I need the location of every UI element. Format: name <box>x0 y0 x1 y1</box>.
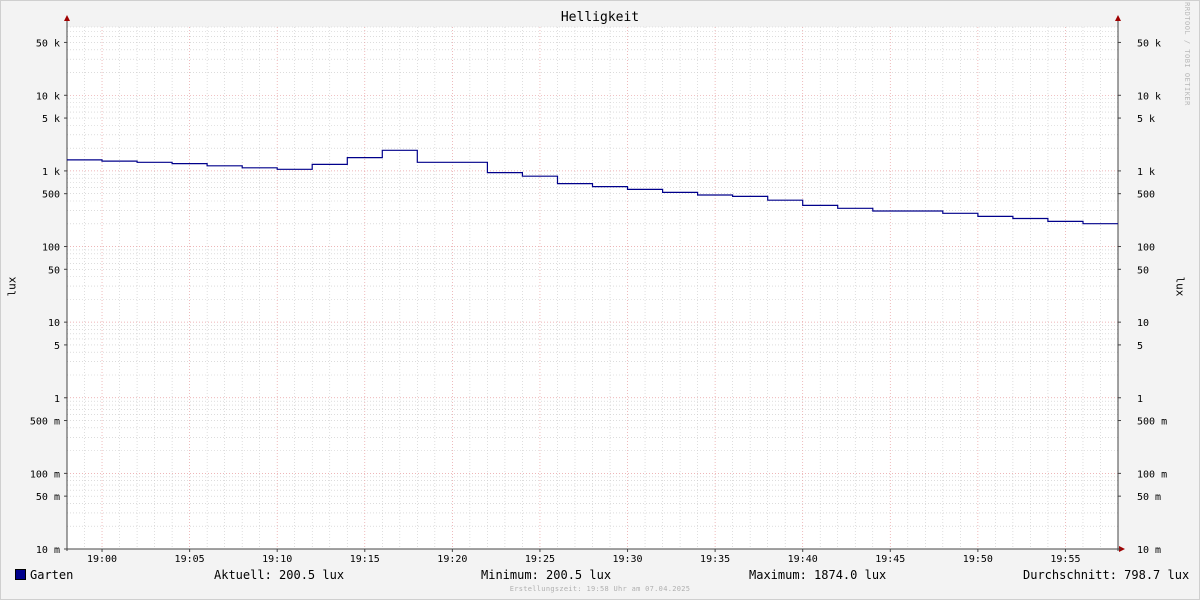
x-tick-label: 19:15 <box>350 554 380 565</box>
y-tick-label-right: 50 k <box>1137 38 1161 49</box>
x-tick-label: 19:40 <box>788 554 818 565</box>
y-tick-label-left: 100 m <box>30 469 60 480</box>
x-tick-label: 19:05 <box>175 554 205 565</box>
x-tick-label: 19:25 <box>525 554 555 565</box>
x-tick-label: 19:45 <box>875 554 905 565</box>
y-tick-label-left: 5 k <box>42 114 60 125</box>
chart-title: Helligkeit <box>560 10 640 25</box>
x-tick-label: 19:10 <box>262 554 292 565</box>
stat-current: Aktuell: 200.5 lux <box>214 568 345 582</box>
y-axis-label-left: lux <box>5 276 19 297</box>
y-tick-label-right: 50 <box>1137 265 1149 276</box>
y-tick-label-left: 500 m <box>30 417 60 428</box>
x-tick-label: 19:55 <box>1050 554 1080 565</box>
y-tick-label-left: 1 k <box>42 167 60 178</box>
x-tick-label: 19:30 <box>612 554 642 565</box>
y-tick-label-right: 1 k <box>1137 167 1155 178</box>
y-tick-label-left: 10 <box>48 318 60 329</box>
y-tick-label-left: 10 k <box>36 91 60 102</box>
y-tick-label-right: 1 <box>1137 394 1143 405</box>
y-tick-label-left: 10 m <box>36 545 60 556</box>
y-tick-label-right: 10 k <box>1137 91 1161 102</box>
y-tick-label-left: 50 m <box>36 492 60 503</box>
x-axis-ticks: 19:00 19:05 19:10 19:15 19:20 19:25 19:30 19:35… <box>87 549 1081 565</box>
y-tick-label-left: 5 <box>54 341 60 352</box>
y-tick-label-right: 500 m <box>1137 417 1167 428</box>
y-tick-label-left: 50 k <box>36 38 60 49</box>
stat-average: Durchschnitt: 798.7 lux <box>1023 568 1190 582</box>
y-axis-left-ticks: 50 k 10 k 5 k 1 k 500 100 50 10 5 1 500 m 100 m 50 m… <box>30 38 67 556</box>
y-tick-label-right: 500 <box>1137 190 1155 201</box>
legend-series-label: Garten <box>30 568 74 582</box>
y-tick-label-left: 1 <box>54 394 60 405</box>
y-tick-label-right: 100 <box>1137 243 1155 254</box>
y-tick-label-left: 50 <box>48 265 60 276</box>
chart-canvas: 50 k 10 k 5 k 1 k 500 100 50 10 5 1 500 m 100 m 50 m… <box>30 15 1167 565</box>
y-tick-label-left: 100 <box>42 243 60 254</box>
y-tick-label-right: 50 m <box>1137 492 1161 503</box>
stat-minimum: Minimum: 200.5 lux <box>481 568 612 582</box>
y-tick-label-right: 5 <box>1137 341 1143 352</box>
watermark: RRDTOOL / TOBI OETIKER <box>1183 2 1191 106</box>
y-axis-label-right: lux <box>1173 276 1187 297</box>
y-tick-label-right: 10 <box>1137 318 1149 329</box>
x-tick-label: 19:35 <box>700 554 730 565</box>
y-tick-label-right: 5 k <box>1137 114 1155 125</box>
x-tick-label: 19:00 <box>87 554 117 565</box>
y-tick-label-right: 100 m <box>1137 469 1167 480</box>
footer-timestamp: Erstellungszeit: 19:58 Uhr am 07.04.2025 <box>509 585 691 593</box>
y-tick-label-left: 500 <box>42 190 60 201</box>
legend-color-swatch <box>15 569 26 580</box>
y-tick-label-right: 10 m <box>1137 545 1161 556</box>
y-axis-right-ticks: 50 k 10 k 5 k 1 k 500 100 50 10 5 1 500 m 100 m 50 m… <box>1118 38 1167 556</box>
x-tick-label: 19:50 <box>963 554 993 565</box>
stat-maximum: Maximum: 1874.0 lux <box>749 568 887 582</box>
x-tick-label: 19:20 <box>437 554 467 565</box>
